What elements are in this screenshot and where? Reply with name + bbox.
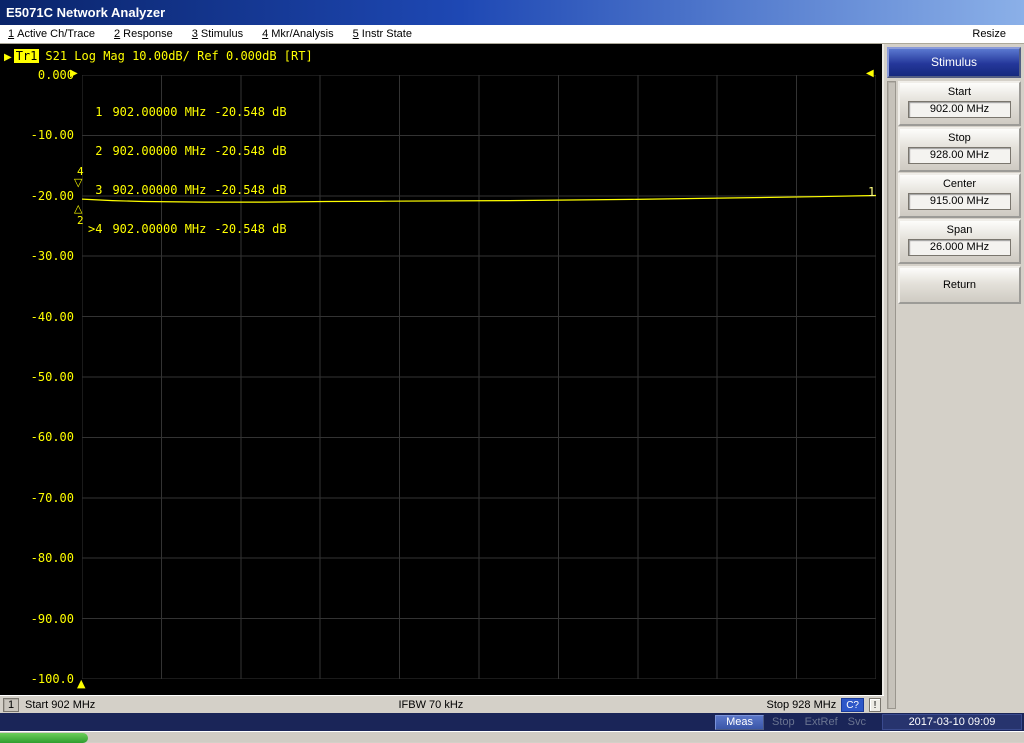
marker-4-symbol-icon[interactable]: ▽ bbox=[74, 176, 82, 189]
menu-response[interactable]: 2 Response bbox=[106, 25, 181, 43]
menu-label: Stimulus bbox=[200, 28, 244, 40]
marker-index: 3 bbox=[88, 183, 103, 197]
svc-status-indicator: Svc bbox=[847, 716, 866, 728]
softkey-return[interactable]: Return bbox=[898, 266, 1021, 304]
y-tick-label: -60.00 bbox=[30, 430, 74, 445]
trace-measurement-text: S21 Log Mag 10.00dB/ Ref 0.000dB [RT] bbox=[45, 49, 313, 63]
menu-label: Instr State bbox=[361, 28, 412, 40]
window-title: E5071C Network Analyzer bbox=[6, 5, 166, 20]
marker-frequency: 902.00000 MHz bbox=[112, 144, 207, 158]
ref-level-arrow-left-icon: ▶ bbox=[70, 68, 78, 79]
menu-accel-key: 2 bbox=[114, 28, 121, 40]
marker-value: -20.548 dB bbox=[214, 105, 287, 119]
menu-stimulus[interactable]: 3 Stimulus bbox=[184, 25, 251, 43]
softkey-label: Center bbox=[942, 178, 977, 190]
softkey-stop-value: 928.00 MHz bbox=[908, 147, 1011, 164]
ref-level-arrow-right-icon: ◀ bbox=[866, 68, 874, 79]
sweep-stop-readout: Stop 928 MHz bbox=[766, 698, 837, 711]
marker-index: 2 bbox=[88, 144, 103, 158]
softkey-stop[interactable]: Stop 928.00 MHz bbox=[898, 127, 1021, 172]
marker-value: -20.548 dB bbox=[214, 222, 287, 236]
softkey-panel: Stimulus Start 902.00 MHz Stop 928.00 MH… bbox=[884, 44, 1024, 713]
softkey-span-value: 26.000 MHz bbox=[908, 239, 1011, 256]
y-tick-label: -90.00 bbox=[30, 611, 74, 626]
stop-status-indicator: Stop bbox=[772, 716, 795, 728]
menu-label: Response bbox=[123, 28, 173, 40]
y-tick-label: -30.00 bbox=[30, 249, 74, 264]
cal-status-badge: C? bbox=[841, 697, 864, 712]
menu-instr-state[interactable]: 5 Instr State bbox=[345, 25, 420, 43]
softkey-label: Start bbox=[947, 86, 972, 98]
menu-mkr-analysis[interactable]: 4 Mkr/Analysis bbox=[254, 25, 341, 43]
marker-readout-table: 1 902.00000 MHz -20.548 dB 2 902.00000 MHz -… bbox=[88, 80, 287, 262]
marker-row: 1 902.00000 MHz -20.548 dB bbox=[88, 105, 287, 119]
sweep-start-arrow-icon: ▲ bbox=[77, 677, 86, 690]
y-tick-label: -20.00 bbox=[30, 188, 74, 203]
menu-accel-key: 4 bbox=[262, 28, 269, 40]
meas-status-indicator: Meas bbox=[715, 714, 764, 730]
marker-row: >4 902.00000 MHz -20.548 dB bbox=[88, 223, 287, 236]
softkey-menu-title: Stimulus bbox=[887, 47, 1021, 78]
softkey-start[interactable]: Start 902.00 MHz bbox=[898, 81, 1021, 126]
extref-status-indicator: ExtRef bbox=[804, 716, 838, 728]
softkey-scroll-strip[interactable] bbox=[887, 81, 896, 709]
sweep-start-readout: Start 902 MHz bbox=[25, 698, 96, 711]
trace-end-number: 1 bbox=[868, 185, 876, 199]
marker-value: -20.548 dB bbox=[214, 183, 287, 197]
ifbw-readout: IFBW 70 kHz bbox=[398, 698, 464, 711]
marker-row: 2 902.00000 MHz -20.548 dB bbox=[88, 144, 287, 158]
menu-accel-key: 3 bbox=[191, 28, 198, 40]
y-tick-label: -100.0 bbox=[30, 672, 74, 686]
softkey-center-value: 915.00 MHz bbox=[908, 193, 1011, 210]
softkey-label: Span bbox=[946, 224, 973, 236]
channel-status-bar: 1 Start 902 MHz IFBW 70 kHz Stop 928 MHz… bbox=[0, 695, 884, 713]
marker-row: 3 902.00000 MHz -20.548 dB bbox=[88, 183, 287, 197]
y-tick-label: -10.00 bbox=[30, 128, 74, 143]
marker-index: >4 bbox=[88, 222, 103, 236]
marker-frequency: 902.00000 MHz bbox=[112, 105, 207, 119]
datetime-readout: 2017-03-10 09:09 bbox=[882, 714, 1022, 730]
menu-accel-key: 1 bbox=[8, 28, 15, 40]
menu-accel-key: 5 bbox=[352, 28, 359, 40]
softkey-center[interactable]: Center 915.00 MHz bbox=[898, 173, 1021, 218]
y-tick-label: -50.00 bbox=[30, 370, 74, 384]
instrument-status-bar: Meas Stop ExtRef Svc 2017-03-10 09:09 bbox=[0, 713, 1024, 731]
marker-frequency: 902.00000 MHz bbox=[112, 183, 207, 197]
menu-label: Mkr/Analysis bbox=[271, 28, 334, 40]
y-tick-label: -70.00 bbox=[30, 490, 74, 505]
taskbar bbox=[0, 731, 1024, 743]
y-tick-label: -40.00 bbox=[30, 309, 74, 324]
window-title-bar: E5071C Network Analyzer bbox=[0, 0, 1024, 25]
instrument-display: ▶ Tr1 S21 Log Mag 10.00dB/ Ref 0.000dB [RT… bbox=[0, 44, 884, 695]
softkey-start-value: 902.00 MHz bbox=[908, 101, 1011, 118]
y-tick-label: 0.000 bbox=[37, 68, 74, 82]
alert-indicator: ! bbox=[869, 697, 881, 712]
marker-value: -20.548 dB bbox=[214, 144, 287, 158]
marker-frequency: 902.00000 MHz bbox=[112, 222, 207, 236]
menu-resize[interactable]: Resize bbox=[964, 25, 1014, 43]
menu-active-ch-trace[interactable]: 1 Active Ch/Trace bbox=[0, 25, 103, 43]
y-axis-labels: 0.000 -10.00 -20.00 -30.00 -40.00 -50.00 -60.0… bbox=[0, 44, 76, 695]
softkey-span[interactable]: Span 26.000 MHz bbox=[898, 219, 1021, 264]
softkey-label: Stop bbox=[948, 132, 971, 144]
menu-label: Active Ch/Trace bbox=[17, 28, 95, 40]
marker-index: 1 bbox=[88, 105, 103, 119]
marker-2-label: 2 bbox=[77, 214, 84, 227]
channel-number-button[interactable]: 1 bbox=[3, 697, 19, 712]
menu-bar: 1 Active Ch/Trace 2 Response 3 Stimulus 4 Mk… bbox=[0, 25, 1024, 44]
y-tick-label: -80.00 bbox=[30, 551, 74, 566]
